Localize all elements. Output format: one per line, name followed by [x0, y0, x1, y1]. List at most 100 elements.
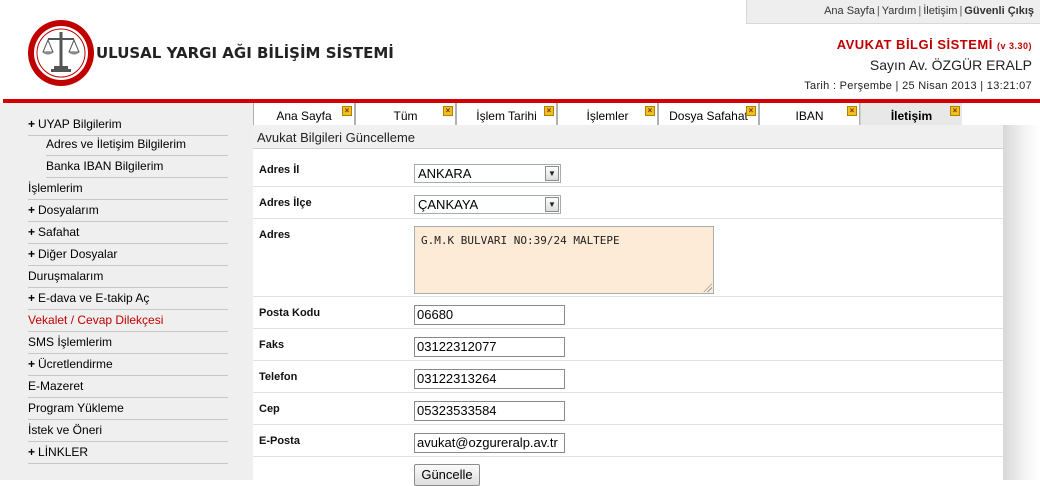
- close-icon[interactable]: ×: [746, 106, 756, 116]
- select-value: ANKARA: [418, 166, 472, 181]
- close-icon[interactable]: ×: [950, 106, 960, 116]
- form-row-adres: Adres G.M.K BULVARI NO:39/24 MALTEPE: [253, 219, 1003, 297]
- form-row-eposta: E-Posta avukat@ozgureralp.av.tr: [253, 425, 1003, 457]
- tab-label: Dosya Safahat: [669, 109, 748, 123]
- tab-ana-sayfa[interactable]: Ana Sayfa ×: [253, 103, 355, 125]
- menu-item-label: LİNKLER: [38, 445, 89, 459]
- field-label: Adres İlçe: [259, 197, 312, 209]
- form-row-adres-ilce: Adres İlçe ÇANKAYA ▼: [253, 187, 1003, 219]
- field-label: Adres: [259, 229, 291, 241]
- tab-label: Tüm: [393, 109, 418, 123]
- menu-item-dosyalarim[interactable]: + Dosyalarım: [28, 200, 228, 222]
- menu-item-sms-islemlerim[interactable]: SMS İşlemlerim: [28, 332, 228, 354]
- menu-item-label: Duruşmalarım: [28, 269, 104, 283]
- close-icon[interactable]: ×: [443, 106, 453, 116]
- link-yardim[interactable]: Yardım: [882, 5, 917, 17]
- expand-plus-icon: +: [28, 247, 36, 261]
- menu-item-label: Program Yükleme: [28, 401, 124, 415]
- telefon-input[interactable]: 03122313264: [414, 369, 565, 389]
- tab-label: Ana Sayfa: [276, 109, 332, 123]
- resize-grip-icon[interactable]: [703, 283, 712, 292]
- adres-textarea[interactable]: G.M.K BULVARI NO:39/24 MALTEPE: [414, 226, 714, 294]
- field-label: Telefon: [259, 371, 298, 383]
- menu-item-label: Ücretlendirme: [38, 357, 113, 371]
- menu-item-vekalet-cevap[interactable]: Vekalet / Cevap Dilekçesi: [28, 310, 228, 332]
- expand-plus-icon: +: [28, 357, 36, 371]
- link-ana-sayfa[interactable]: Ana Sayfa: [824, 5, 875, 17]
- menu-item-label: Adres ve İletişim Bilgilerim: [46, 137, 187, 151]
- justice-seal-logo-icon: [28, 20, 94, 86]
- menu-item-label: SMS İşlemlerim: [28, 335, 113, 349]
- close-icon[interactable]: ×: [342, 106, 352, 116]
- tab-islem-tarihi[interactable]: İşlem Tarihi ×: [456, 103, 557, 125]
- form-panel: Avukat Bilgileri Güncelleme Adres İl ANK…: [253, 125, 1003, 486]
- guncelle-button[interactable]: Güncelle: [414, 464, 480, 486]
- panel-title: Avukat Bilgileri Güncelleme: [253, 125, 1003, 149]
- menu-item-label: Vekalet / Cevap Dilekçesi: [28, 313, 164, 327]
- textarea-value: G.M.K BULVARI NO:39/24 MALTEPE: [421, 234, 620, 247]
- expand-plus-icon: +: [28, 291, 36, 305]
- cep-input[interactable]: 05323533584: [414, 401, 565, 421]
- tab-islemler[interactable]: İşlemler ×: [557, 103, 658, 125]
- tab-bar: Ana Sayfa × Tüm × İşlem Tarihi × İşlemler × …: [253, 103, 1040, 125]
- field-label: E-Posta: [259, 435, 300, 447]
- top-links: Ana Sayfa | Yardım | İletişim | Güvenli Çıkış: [746, 0, 1040, 24]
- close-icon[interactable]: ×: [544, 106, 554, 116]
- menu-item-adres-iletisim[interactable]: Adres ve İletişim Bilgilerim: [46, 134, 228, 156]
- menu-item-label: UYAP Bilgilerim: [38, 117, 122, 131]
- menu-item-label: Diğer Dosyalar: [38, 247, 118, 261]
- tab-label: İletişim: [890, 109, 933, 123]
- select-value: ÇANKAYA: [418, 197, 479, 212]
- tab-label: IBAN: [795, 109, 824, 123]
- menu-item-islemlerim[interactable]: İşlemlerim: [28, 178, 228, 200]
- form-row-adres-il: Adres İl ANKARA ▼: [253, 157, 1003, 187]
- tab-iletisim[interactable]: İletişim ×: [860, 103, 962, 125]
- menu-item-ucretlendirme[interactable]: + Ücretlendirme: [28, 354, 228, 376]
- field-label: Cep: [259, 403, 280, 415]
- menu-item-banka-iban[interactable]: Banka IBAN Bilgilerim: [46, 156, 228, 178]
- posta-kodu-input[interactable]: 06680: [414, 305, 565, 325]
- chevron-down-icon: ▼: [545, 166, 559, 181]
- menu-item-durusmalarim[interactable]: Duruşmalarım: [28, 266, 228, 288]
- link-separator: |: [918, 5, 922, 17]
- form-row-faks: Faks 03122312077: [253, 329, 1003, 361]
- menu-item-safahat[interactable]: + Safahat: [28, 222, 228, 244]
- eposta-input[interactable]: avukat@ozgureralp.av.tr: [414, 433, 565, 453]
- menu-item-linkler[interactable]: + LİNKLER: [28, 442, 228, 464]
- version-label: (v 3.30): [996, 41, 1032, 51]
- left-menu: + UYAP Bilgilerim Adres ve İletişim Bilgi…: [0, 103, 253, 480]
- menu-item-diger-dosyalar[interactable]: + Diğer Dosyalar: [28, 244, 228, 266]
- menu-item-edava-etakip[interactable]: + E-dava ve E-takip Aç: [28, 288, 228, 310]
- user-name: Sayın Av. ÖZGÜR ERALP: [869, 57, 1032, 73]
- menu-item-program-yukleme[interactable]: Program Yükleme: [28, 398, 228, 420]
- link-separator: |: [876, 5, 880, 17]
- menu-item-label: Dosyalarım: [38, 203, 99, 217]
- tab-iban[interactable]: IBAN ×: [759, 103, 860, 125]
- adres-ilce-select[interactable]: ÇANKAYA ▼: [414, 195, 561, 214]
- menu-item-uyap-bilgilerim[interactable]: + UYAP Bilgilerim: [28, 114, 228, 136]
- date-line: Tarih : Perşembe | 25 Nisan 2013 | 13:21…: [804, 80, 1032, 92]
- tab-label: İşlem Tarihi: [476, 109, 537, 123]
- close-icon[interactable]: ×: [645, 106, 655, 116]
- tab-label: İşlemler: [586, 109, 629, 123]
- menu-item-istek-oneri[interactable]: İstek ve Öneri: [28, 420, 228, 442]
- form-row-posta-kodu: Posta Kodu 06680: [253, 297, 1003, 329]
- link-guvenli-cikis[interactable]: Güvenli Çıkış: [964, 5, 1034, 17]
- link-iletisim[interactable]: İletişim: [923, 5, 957, 17]
- link-separator: |: [959, 5, 963, 17]
- faks-input[interactable]: 03122312077: [414, 337, 565, 357]
- tab-dosya-safahat[interactable]: Dosya Safahat ×: [658, 103, 759, 125]
- field-label: Faks: [259, 339, 285, 351]
- tab-tum[interactable]: Tüm ×: [355, 103, 456, 125]
- menu-item-label: E-dava ve E-takip Aç: [38, 291, 150, 305]
- field-label: Posta Kodu: [259, 307, 321, 319]
- form-row-telefon: Telefon 03122313264: [253, 361, 1003, 393]
- adres-il-select[interactable]: ANKARA ▼: [414, 164, 561, 183]
- expand-plus-icon: +: [28, 203, 36, 217]
- content-shadow: [1003, 125, 1040, 480]
- form-row-cep: Cep 05323533584: [253, 393, 1003, 425]
- close-icon[interactable]: ×: [847, 106, 857, 116]
- menu-item-label: Safahat: [38, 225, 80, 239]
- menu-item-e-mazeret[interactable]: E-Mazeret: [28, 376, 228, 398]
- expand-plus-icon: +: [28, 117, 36, 131]
